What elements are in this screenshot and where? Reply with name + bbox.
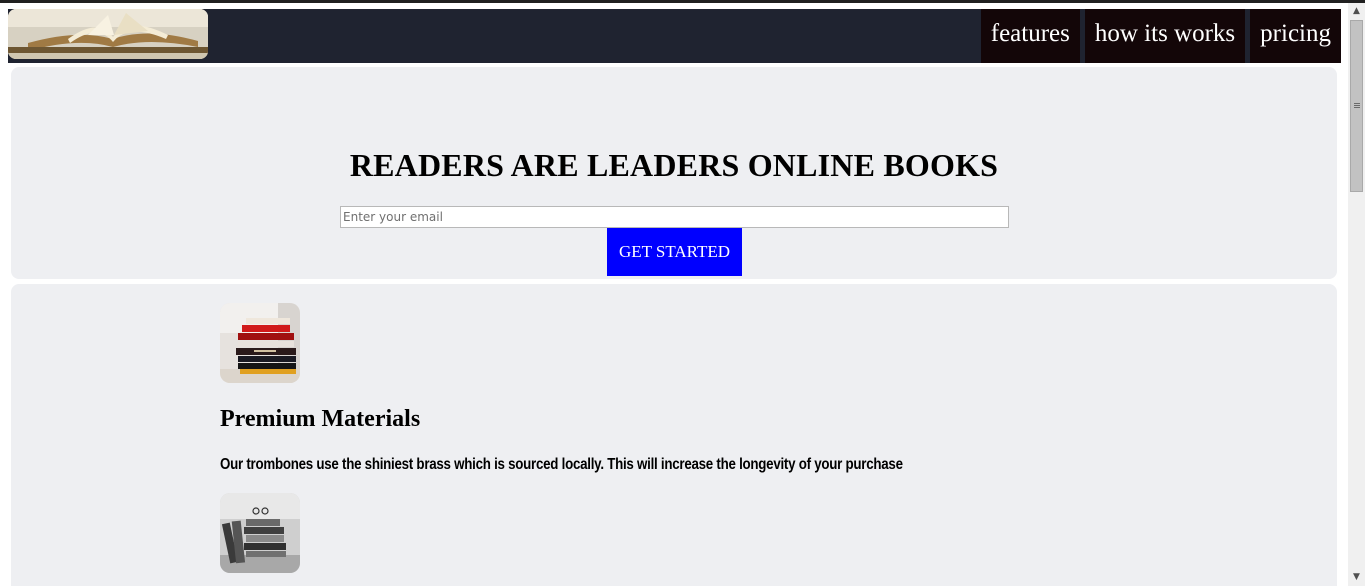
stacked-books-image bbox=[220, 303, 300, 383]
vertical-scrollbar[interactable]: ▲ ▼ bbox=[1348, 3, 1365, 586]
hero-section: READERS ARE LEADERS ONLINE BOOKS GET STA… bbox=[11, 67, 1337, 279]
email-input[interactable] bbox=[340, 206, 1009, 228]
feature-description: Our trombones use the shiniest brass whi… bbox=[220, 456, 903, 473]
get-started-button[interactable]: GET STARTED bbox=[607, 228, 742, 276]
bw-books-image bbox=[220, 493, 300, 573]
logo[interactable] bbox=[8, 9, 208, 59]
grip-line bbox=[1354, 103, 1360, 104]
grip-line bbox=[1354, 105, 1360, 106]
site-header: features how its works pricing bbox=[8, 9, 1341, 63]
scroll-down-arrow-icon[interactable]: ▼ bbox=[1348, 569, 1365, 586]
grip-line bbox=[1354, 107, 1360, 108]
nav-features[interactable]: features bbox=[980, 9, 1080, 63]
scroll-up-arrow-icon[interactable]: ▲ bbox=[1348, 3, 1365, 20]
nav-pricing[interactable]: pricing bbox=[1250, 9, 1341, 63]
scroll-thumb[interactable] bbox=[1350, 20, 1363, 192]
hero-title: READERS ARE LEADERS ONLINE BOOKS bbox=[349, 147, 999, 183]
features-section: Premium Materials Our trombones use the … bbox=[11, 284, 1337, 586]
nav-how-it-works[interactable]: how its works bbox=[1084, 9, 1246, 63]
feature-title: Premium Materials bbox=[220, 406, 421, 432]
main-nav: features how its works pricing bbox=[976, 9, 1341, 63]
page-content: features how its works pricing READERS A… bbox=[0, 3, 1348, 586]
